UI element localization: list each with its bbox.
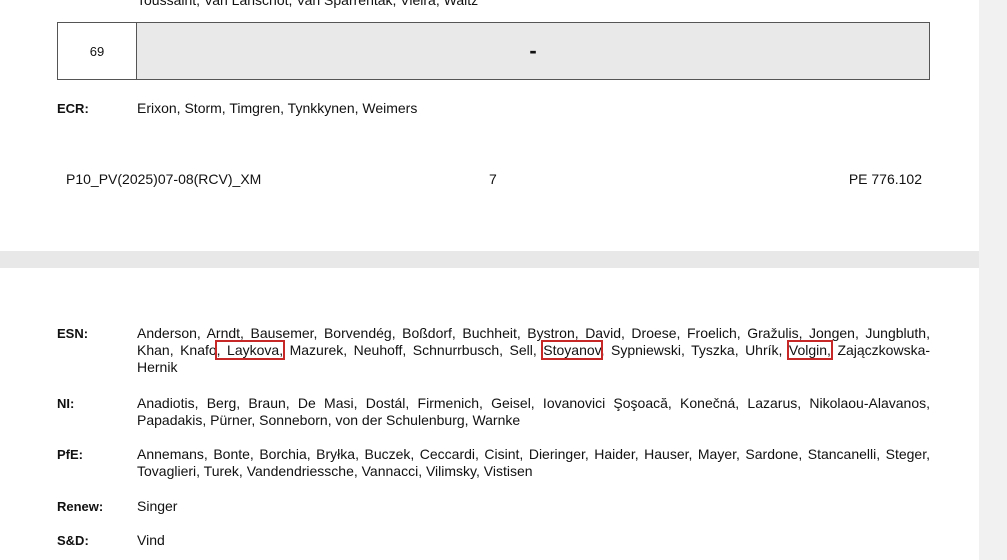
group-row-sd: S&D: Vind [57, 532, 930, 549]
footer-reference: P10_PV(2025)07-08(RCV)_XM [66, 171, 262, 187]
group-names: Singer [137, 498, 178, 514]
group-names: Erixon, Storm, Timgren, Tynkkynen, Weime… [137, 100, 418, 116]
group-row-renew: Renew: Singer [57, 498, 930, 515]
names-text: Mazurek, Neuhoff, Schnurrbusch, Sell, [283, 342, 544, 358]
group-row-ecr: ECR: Erixon, Storm, Timgren, Tynkkynen, … [57, 100, 930, 117]
document-page-8: ESN: Anderson, Arndt, Bausemer, Borvendé… [0, 268, 979, 560]
group-names: Annemans, Bonte, Borchia, Bryłka, Buczek… [137, 446, 930, 479]
highlighted-name: Volgin, [786, 340, 833, 360]
document-page-7: Toussaint, Van Lanschot, Van Sparrentak,… [0, 0, 979, 251]
group-label: ESN: [57, 326, 89, 341]
group-names: Vind [137, 532, 165, 548]
vote-result-table: 69 - [57, 22, 930, 80]
vote-result-cell: - [137, 23, 929, 79]
group-names: Anadiotis, Berg, Braun, De Masi, Dostál,… [137, 395, 930, 428]
group-row-ni: NI: Anadiotis, Berg, Braun, De Masi, Dos… [57, 395, 930, 429]
group-label: ECR: [57, 101, 89, 116]
group-label: PfE: [57, 447, 83, 462]
vertical-scrollbar[interactable] [979, 0, 1007, 560]
group-label: Renew: [57, 499, 104, 514]
highlighted-name: Stoyanov [541, 340, 603, 360]
cut-off-names-line: Toussaint, Van Lanschot, Van Sparrentak,… [137, 0, 479, 8]
footer-page-number: 7 [489, 171, 497, 187]
names-text: , Sypniewski, Tyszka, Uhrík, [600, 342, 789, 358]
highlighted-name: , Laykova, [214, 340, 286, 360]
group-row-pfe: PfE: Annemans, Bonte, Borchia, Bryłka, B… [57, 446, 930, 480]
vote-number-cell: 69 [58, 23, 137, 79]
footer-pe-number: PE 776.102 [848, 171, 922, 187]
group-label: NI: [57, 396, 75, 411]
group-row-esn: ESN: Anderson, Arndt, Bausemer, Borvendé… [57, 325, 930, 376]
group-names: Anderson, Arndt, Bausemer, Borvendég, Bo… [137, 325, 930, 376]
group-label: S&D: [57, 533, 89, 548]
